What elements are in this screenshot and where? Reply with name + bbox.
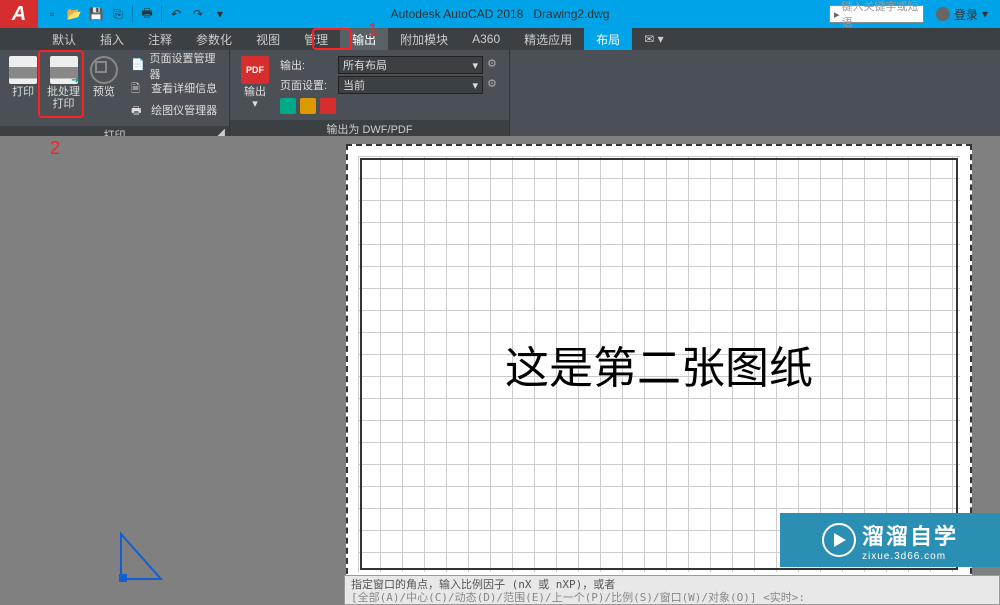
ribbon-panel-print: 打印 ➜ 批处理 打印 预览 📄 页面设置管理器 🗎 查看详细信息 (0, 50, 230, 136)
ucs-icon[interactable] (116, 524, 176, 589)
view-details-button[interactable]: 🗎 查看详细信息 (127, 78, 223, 98)
output-label: 输出: (280, 57, 334, 73)
qat-dropdown-icon[interactable]: ▾ (210, 4, 230, 24)
drawing-area[interactable]: 这是第二张图纸 溜溜自学 zixue.3d66.com 指定窗口的角点，输入比例… (0, 136, 1000, 605)
tab-manage[interactable]: 管理 (292, 28, 340, 50)
drawing-text: 这是第二张图纸 (505, 332, 813, 396)
ribbon-panel-export: PDF 输出▾ 输出: 所有布局 ⚙ 页面设置: 当前 ⚙ (230, 50, 510, 136)
output-settings-icon[interactable]: ⚙ (487, 57, 503, 73)
tab-mail-icon[interactable]: ✉ ▾ (632, 32, 675, 46)
output-dropdown[interactable]: 所有布局 (338, 56, 483, 74)
command-line[interactable]: 指定窗口的角点，输入比例因子 (nX 或 nXP)，或者 [全部(A)/中心(C… (344, 575, 1000, 605)
tab-output[interactable]: 输出 (340, 28, 388, 50)
export-button[interactable]: PDF 输出▾ (234, 54, 276, 116)
preview-icon (90, 56, 118, 84)
preview-button[interactable]: 预览 (85, 54, 123, 122)
title-bar: A ▫ 📂 💾 ⎘ 🖶 ↶ ↷ ▾ Autodesk AutoCAD 2018 … (0, 0, 1000, 28)
tab-addins[interactable]: 附加模块 (388, 28, 460, 50)
ribbon: 打印 ➜ 批处理 打印 预览 📄 页面设置管理器 🗎 查看详细信息 (0, 50, 1000, 136)
pdf-icon: PDF (241, 56, 269, 84)
play-icon (822, 523, 856, 557)
tab-default[interactable]: 默认 (40, 28, 88, 50)
save-icon[interactable]: 💾 (86, 4, 106, 24)
avatar-icon (936, 7, 950, 21)
plotter-manager-button[interactable]: 🖶 绘图仪管理器 (127, 100, 223, 120)
ribbon-tabs: 默认 插入 注释 参数化 视图 管理 输出 附加模块 A360 精选应用 布局 … (0, 28, 1000, 50)
batch-printer-icon: ➜ (50, 56, 78, 84)
panel-export-title: 输出为 DWF/PDF (230, 120, 509, 136)
redo-icon[interactable]: ↷ (188, 4, 208, 24)
tab-featured[interactable]: 精选应用 (512, 28, 584, 50)
saveas-icon[interactable]: ⎘ (108, 4, 128, 24)
batch-print-button[interactable]: ➜ 批处理 打印 (44, 54, 82, 122)
title-right: 键入关键字或短语 登录 ▾ (829, 5, 1000, 23)
annotation-label-1: 1 (368, 20, 378, 41)
page-setup-settings-icon[interactable]: ⚙ (487, 77, 503, 93)
printer-icon (9, 56, 37, 84)
window-title: Autodesk AutoCAD 2018 Drawing2.dwg (391, 7, 610, 21)
watermark: 溜溜自学 zixue.3d66.com (780, 513, 1000, 567)
search-input[interactable]: 键入关键字或短语 (829, 5, 924, 23)
dwfx-icon[interactable] (300, 98, 316, 114)
page-setup-icon: 📄 (131, 58, 145, 74)
page-setup-manager-button[interactable]: 📄 页面设置管理器 (127, 56, 223, 76)
print-icon[interactable]: 🖶 (137, 4, 157, 24)
open-icon[interactable]: 📂 (64, 4, 84, 24)
page-setup-label: 页面设置: (280, 77, 334, 93)
dwf-icon[interactable] (280, 98, 296, 114)
annotation-label-2: 2 (50, 138, 60, 159)
new-icon[interactable]: ▫ (42, 4, 62, 24)
app-logo[interactable]: A (0, 0, 38, 28)
login-button[interactable]: 登录 ▾ (928, 6, 996, 23)
tab-annotate[interactable]: 注释 (136, 28, 184, 50)
details-icon: 🗎 (131, 80, 147, 96)
pdf-icon-small[interactable] (320, 98, 336, 114)
print-side-stack: 📄 页面设置管理器 🗎 查看详细信息 🖶 绘图仪管理器 (125, 54, 225, 122)
tab-insert[interactable]: 插入 (88, 28, 136, 50)
export-settings: 输出: 所有布局 ⚙ 页面设置: 当前 ⚙ (278, 54, 505, 116)
print-button[interactable]: 打印 (4, 54, 42, 122)
plotter-icon: 🖶 (131, 102, 147, 118)
tab-layout[interactable]: 布局 (584, 28, 632, 50)
tab-view[interactable]: 视图 (244, 28, 292, 50)
page-setup-dropdown[interactable]: 当前 (338, 76, 483, 94)
undo-icon[interactable]: ↶ (166, 4, 186, 24)
quick-access-toolbar: ▫ 📂 💾 ⎘ 🖶 ↶ ↷ ▾ (38, 4, 230, 24)
tab-parametric[interactable]: 参数化 (184, 28, 244, 50)
tab-a360[interactable]: A360 (460, 28, 512, 50)
